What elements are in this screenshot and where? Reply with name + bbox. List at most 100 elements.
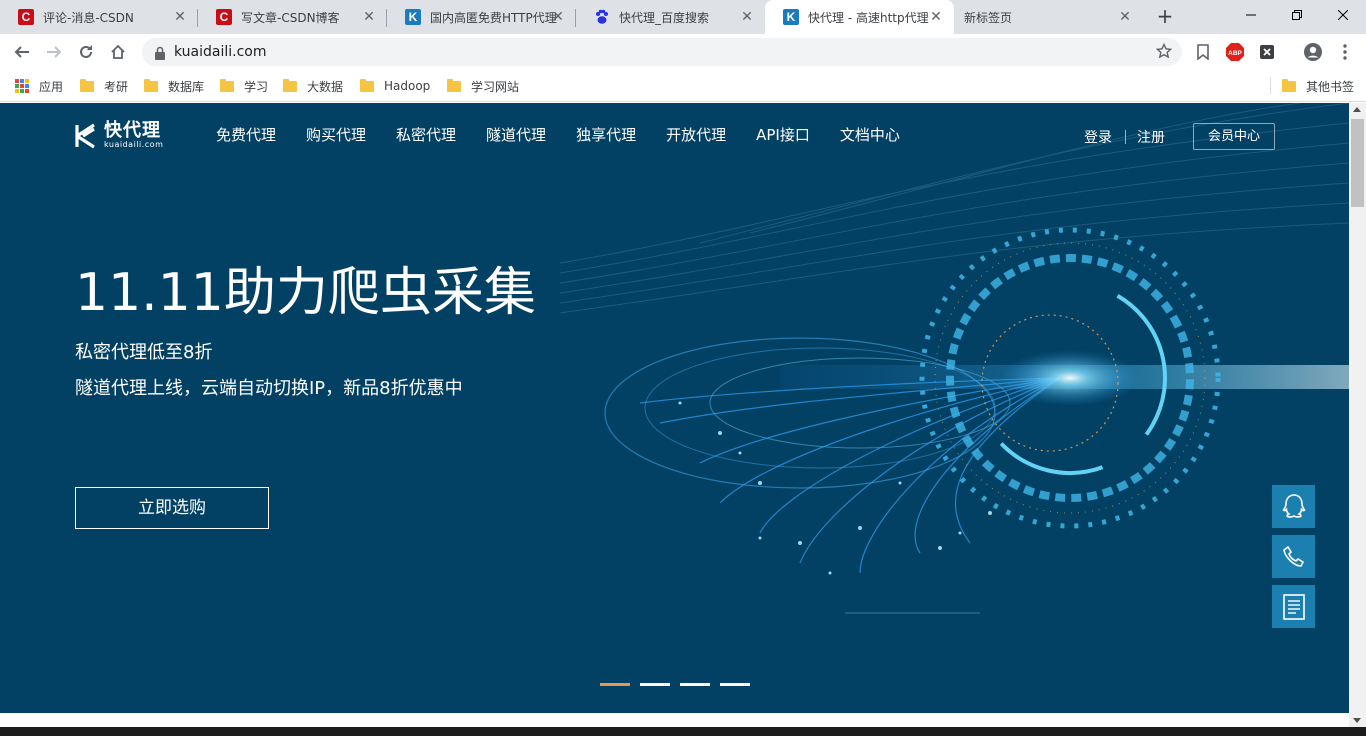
site-logo[interactable]: 快代理 kuaidaili.com [74, 122, 163, 149]
carousel-dot[interactable] [720, 683, 750, 686]
bookmark-folder[interactable]: 考研 [80, 76, 128, 96]
x-extension-icon[interactable] [1256, 41, 1278, 63]
tab-kuaidaili-active[interactable]: K 快代理 - 高速http代理 ✕ [765, 0, 954, 34]
member-center-button[interactable]: 会员中心 [1193, 123, 1275, 150]
folder-icon [144, 78, 158, 92]
forward-button[interactable] [40, 38, 68, 66]
kuaidaili-icon: K [783, 9, 799, 25]
profile-icon[interactable] [1302, 41, 1324, 63]
apps-grid-icon [15, 79, 29, 93]
bookmark-label: 学习网站 [471, 79, 520, 94]
bookmark-folder[interactable]: 学习 [220, 76, 268, 96]
bookmark-star-icon[interactable] [1155, 42, 1173, 63]
menu-icon[interactable] [1334, 41, 1356, 63]
bookmark-label: 学习 [244, 79, 269, 94]
hero-title: 11.11助力爬虫采集 [75, 263, 536, 323]
bookmark-label: Hadoop [384, 79, 431, 93]
folder-icon [1282, 78, 1296, 92]
bookmark-apps[interactable]: 应用 [15, 76, 63, 96]
phone-contact-button[interactable] [1272, 535, 1315, 578]
logo-name: 快代理 [104, 120, 161, 141]
hero-subtitle-2: 隧道代理上线，云端自动切换IP，新品8折优惠中 [75, 378, 463, 399]
scroll-up-icon[interactable] [1353, 107, 1361, 112]
nav-private-proxy[interactable]: 私密代理 [396, 125, 456, 145]
back-arrow-icon [14, 46, 29, 58]
document-icon [1282, 593, 1305, 620]
close-icon[interactable]: ✕ [550, 9, 566, 25]
minimize-button[interactable] [1228, 0, 1274, 30]
nav-api[interactable]: API接口 [756, 125, 810, 145]
kuaidaili-logo-icon [75, 123, 95, 148]
bookmark-label: 数据库 [168, 79, 205, 94]
new-tab-button[interactable]: + [1153, 5, 1177, 29]
back-button[interactable] [8, 38, 36, 66]
carousel-dot[interactable] [680, 683, 710, 686]
scroll-thumb[interactable] [1351, 119, 1364, 207]
close-icon[interactable]: ✕ [172, 9, 188, 25]
bookmark-folder[interactable]: 数据库 [144, 76, 204, 96]
browser-toolbar: kuaidaili.com ABP [0, 34, 1366, 70]
nav-open-proxy[interactable]: 开放代理 [666, 125, 726, 145]
carousel-dot[interactable] [640, 683, 670, 686]
nav-buy-proxy[interactable]: 购买代理 [306, 125, 366, 145]
bookmark-label: 大数据 [307, 79, 344, 94]
carousel-dot[interactable] [600, 683, 630, 686]
tab-new-tab-page[interactable]: 新标签页 ✕ [954, 0, 1143, 34]
tab-baidu-search[interactable]: 快代理_百度搜索 ✕ [576, 0, 765, 34]
address-bar[interactable]: kuaidaili.com [142, 38, 1182, 66]
hero-banner: 快代理 kuaidaili.com 免费代理 购买代理 私密代理 隧道代理 独享… [0, 103, 1349, 713]
close-icon[interactable]: ✕ [1117, 9, 1133, 25]
kuaidaili-icon: K [405, 9, 421, 25]
qq-icon [1281, 493, 1306, 518]
baidu-paw-icon [594, 9, 610, 25]
bookmarks-bar: 应用 考研 数据库 学习 大数据 Hadoop 学习网站 其他书签 [0, 70, 1366, 102]
close-icon[interactable]: ✕ [361, 9, 377, 25]
nav-tunnel-proxy[interactable]: 隧道代理 [486, 125, 546, 145]
os-taskbar [0, 727, 1366, 736]
document-button[interactable] [1272, 585, 1315, 628]
main-nav: 免费代理 购买代理 私密代理 隧道代理 独享代理 开放代理 API接口 文档中心 [216, 125, 930, 145]
reload-button[interactable] [72, 38, 100, 66]
hero-background-graphic [559, 103, 1349, 614]
lock-icon [154, 45, 166, 64]
phone-icon [1282, 545, 1304, 567]
scroll-down-icon[interactable] [1353, 718, 1361, 723]
tab-title: 国内高匿免费HTTP代理 [430, 10, 557, 25]
nav-dedicated-proxy[interactable]: 独享代理 [576, 125, 636, 145]
bookmark-label: 考研 [104, 79, 129, 94]
close-icon[interactable]: ✕ [739, 9, 755, 25]
close-icon[interactable]: ✕ [928, 9, 944, 25]
tab-strip: C 评论-消息-CSDN ✕ C 写文章-CSDN博客 ✕ K 国内高匿免费HT… [0, 0, 1366, 34]
tab-title: 快代理 - 高速http代理 [808, 10, 929, 25]
folder-icon [283, 78, 297, 92]
bookmark-other[interactable]: 其他书签 [1282, 76, 1354, 96]
nav-free-proxy[interactable]: 免费代理 [216, 125, 276, 145]
bookmark-folder[interactable]: 学习网站 [447, 76, 519, 96]
csdn-icon: C [216, 9, 232, 25]
close-window-icon [1338, 10, 1348, 20]
login-link[interactable]: 登录 [1084, 127, 1112, 147]
reload-icon [80, 45, 92, 58]
bookmark-label: 应用 [39, 79, 64, 94]
close-window-button[interactable] [1320, 0, 1366, 30]
bookmark-icon[interactable] [1192, 41, 1214, 63]
adblock-icon[interactable]: ABP [1224, 41, 1246, 63]
buy-now-button[interactable]: 立即选购 [75, 487, 269, 529]
bookmark-folder[interactable]: 大数据 [283, 76, 343, 96]
carousel-indicators [600, 683, 760, 686]
restore-button[interactable] [1274, 0, 1320, 30]
register-link[interactable]: 注册 [1137, 127, 1165, 147]
qq-contact-button[interactable] [1272, 485, 1315, 528]
tab-csdn-write[interactable]: C 写文章-CSDN博客 ✕ [198, 0, 387, 34]
forward-arrow-icon [47, 46, 62, 58]
tab-csdn-comments[interactable]: C 评论-消息-CSDN ✕ [0, 0, 198, 34]
hero-subtitle-1: 私密代理低至8折 [75, 342, 213, 363]
site-header: 快代理 kuaidaili.com 免费代理 购买代理 私密代理 隧道代理 独享… [0, 103, 1349, 169]
url-text[interactable]: kuaidaili.com [174, 38, 267, 66]
home-icon [111, 44, 125, 59]
home-button[interactable] [104, 38, 132, 66]
nav-docs[interactable]: 文档中心 [840, 125, 900, 145]
bookmark-folder[interactable]: Hadoop [360, 76, 430, 96]
vertical-scrollbar[interactable] [1349, 103, 1366, 727]
tab-free-proxy[interactable]: K 国内高匿免费HTTP代理 ✕ [387, 0, 576, 34]
